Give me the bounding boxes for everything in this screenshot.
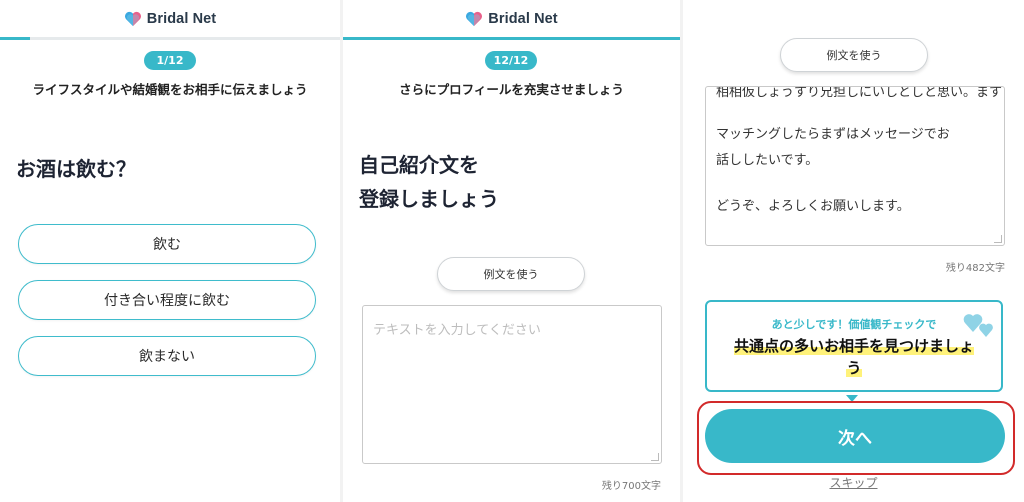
self-intro-textarea[interactable]: テキストを入力してください <box>362 305 662 464</box>
progress-bar <box>0 37 340 40</box>
resize-handle[interactable] <box>994 235 1002 243</box>
screen-self-intro: Bridal Net 12/12 さらにプロフィールを充実させましょう 自己紹介… <box>343 0 680 502</box>
use-example-button[interactable]: 例文を使う <box>780 38 928 72</box>
highlight-annotation <box>697 401 1015 475</box>
hearts-icon <box>963 314 993 337</box>
app-logo: Bridal Net <box>0 8 340 30</box>
question-title: お酒は飲む？ <box>16 157 136 181</box>
textarea-text-line: 話ししたいです。 <box>716 153 819 168</box>
bubble-subtitle: あと少しです！価値観チェックで <box>771 318 937 331</box>
step-badge: 1/12 <box>144 51 196 70</box>
title-line-1: 自己紹介文を <box>359 153 479 177</box>
bubble-message: 共通点の多いお相手を見つけましょ う <box>717 335 991 379</box>
skip-link[interactable]: スキップ <box>683 474 1024 491</box>
option-drink[interactable]: 飲む <box>18 224 316 264</box>
brand-name: Bridal Net <box>488 11 558 27</box>
use-example-button[interactable]: 例文を使う <box>437 257 585 291</box>
brand-name: Bridal Net <box>146 11 217 27</box>
progress-fill <box>0 37 30 40</box>
progress-fill <box>343 37 680 40</box>
self-intro-textarea[interactable]: 相相仮しょうすり兄担しにいしとしと思い。ます マッチングしたらまずはメッセージで… <box>705 86 1005 246</box>
app-logo: Bridal Net <box>343 8 680 30</box>
option-social-drink[interactable]: 付き合い程度に飲む <box>18 280 316 320</box>
encouragement-bubble: あと少しです！価値観チェックで 共通点の多いお相手を見つけましょ う <box>705 300 1003 392</box>
section-subtitle: さらにプロフィールを充実させましょう <box>399 82 624 97</box>
bubble-message-line-2: う <box>846 359 862 377</box>
page-title: 自己紹介文を 登録しましょう <box>359 148 499 216</box>
screen-drinking-question: Bridal Net 1/12 ライフスタイルや結婚観をお相手に伝えましょう お… <box>0 0 340 502</box>
textarea-text-cut: 相相仮しょうすり兄担しにいしとしと思い。ます <box>716 86 1003 100</box>
heart-logo-icon <box>466 11 483 27</box>
resize-handle[interactable] <box>651 453 659 461</box>
char-remaining: 残り700文字 <box>601 481 661 492</box>
title-line-2: 登録しましょう <box>359 187 499 211</box>
option-no-drink[interactable]: 飲まない <box>18 336 316 376</box>
bubble-message-line-1: 共通点の多いお相手を見つけましょ <box>733 337 974 355</box>
textarea-text-line: どうぞ、よろしくお願いします。 <box>716 199 910 214</box>
section-subtitle: ライフスタイルや結婚観をお相手に伝えましょう <box>32 82 308 97</box>
char-remaining: 残り482文字 <box>945 263 1005 274</box>
textarea-placeholder: テキストを入力してください <box>373 323 541 338</box>
textarea-text-line: マッチングしたらまずはメッセージでお <box>716 127 950 142</box>
heart-logo-icon <box>124 11 141 27</box>
screen-self-intro-filled: 例文を使う 相相仮しょうすり兄担しにいしとしと思い。ます マッチングしたらまずは… <box>683 0 1024 502</box>
step-badge: 12/12 <box>485 51 537 70</box>
progress-bar <box>343 37 680 40</box>
